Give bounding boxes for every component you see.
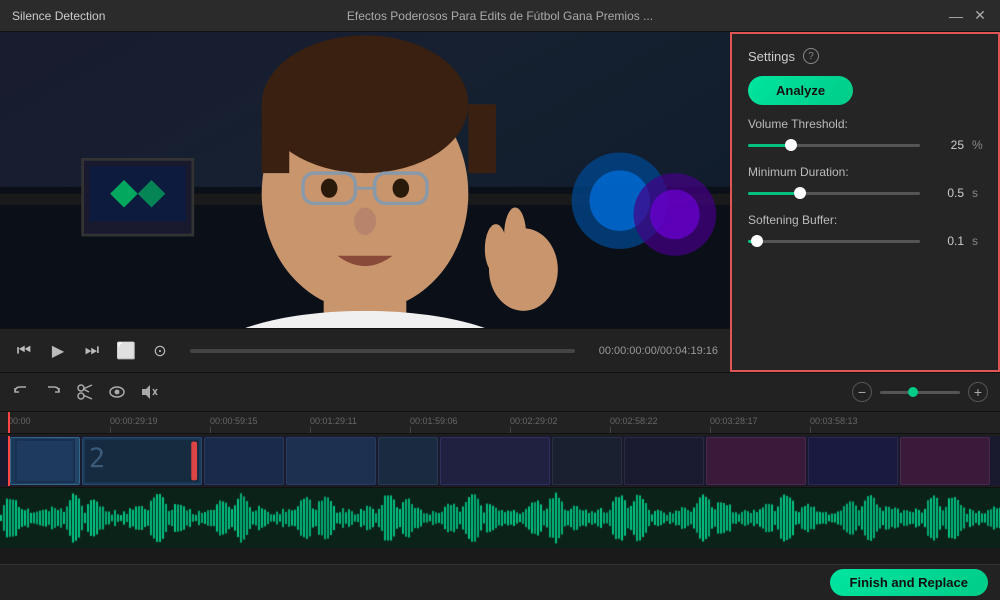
bottom-bar: Finish and Replace: [0, 564, 1000, 600]
buffer-thumb: [751, 235, 763, 247]
progress-bar[interactable]: [190, 349, 575, 353]
zoom-in-button[interactable]: +: [968, 382, 988, 402]
eye-button[interactable]: [108, 383, 126, 401]
svg-text:2: 2: [89, 443, 105, 474]
softening-buffer-label: Softening Buffer:: [748, 213, 982, 227]
play-button[interactable]: ▶: [46, 339, 70, 363]
minimum-duration-label: Minimum Duration:: [748, 165, 982, 179]
undo-button[interactable]: [12, 383, 30, 401]
volume-threshold-slider-container: [748, 137, 920, 153]
playhead: [8, 412, 10, 433]
ruler-mark: 00:03:28:17: [710, 416, 758, 426]
time-display: 00:00:00:00/00:04:19:16: [599, 345, 718, 357]
softening-buffer-slider-container: [748, 233, 920, 249]
toolbar: − +: [0, 372, 1000, 412]
ruler-mark: 00:03:58:13: [810, 416, 858, 426]
ruler-mark: 00:00:29:19: [110, 416, 158, 426]
titlebar: Silence Detection Efectos Poderosos Para…: [0, 0, 1000, 32]
zoom-out-button[interactable]: −: [852, 382, 872, 402]
audio-track: [0, 488, 1000, 548]
settings-title: Settings: [748, 49, 795, 64]
softening-buffer-value: 0.1: [928, 234, 964, 248]
settings-header: Settings ?: [748, 48, 982, 64]
waveform-canvas: [0, 488, 1000, 548]
ruler-mark: 00:02:58:22: [610, 416, 658, 426]
minimum-duration-group: Minimum Duration: 0.5 s: [748, 165, 982, 201]
volume-threshold-label: Volume Threshold:: [748, 117, 982, 131]
ruler-mark: 00:02:29:02: [510, 416, 558, 426]
volume-thumb: [785, 139, 797, 151]
skip-back-button[interactable]: ⏮: [12, 339, 36, 363]
timeline-section: 00:00 00:00:29:19 00:00:59:15 00:01:29:11 00…: [0, 412, 1000, 564]
close-button[interactable]: ✕: [972, 8, 988, 24]
skip-forward-button[interactable]: ⏭: [80, 339, 104, 363]
video-title: Efectos Poderosos Para Edits de Fútbol G…: [347, 9, 653, 23]
video-track: 2: [0, 434, 1000, 488]
duration-unit: s: [972, 186, 982, 200]
duration-thumb: [794, 187, 806, 199]
volume-threshold-group: Volume Threshold: 25 %: [748, 117, 982, 153]
help-icon[interactable]: ?: [803, 48, 819, 64]
volume-threshold-value: 25: [928, 138, 964, 152]
softening-buffer-group: Softening Buffer: 0.1 s: [748, 213, 982, 249]
app-title: Silence Detection: [12, 9, 105, 23]
buffer-unit: s: [972, 234, 982, 248]
ruler-mark: 00:01:59:06: [410, 416, 458, 426]
video-panel: ⏮ ▶ ⏭ ⬜ ⊙ 00:00:00:00/00:04:19:16: [0, 32, 730, 372]
volume-unit: %: [972, 138, 982, 152]
redo-button[interactable]: [44, 383, 62, 401]
ruler-mark: 00:00: [8, 416, 31, 426]
settings-panel: Settings ? Analyze Volume Threshold: 25: [730, 32, 1000, 372]
playback-controls: ⏮ ▶ ⏭ ⬜ ⊙ 00:00:00:00/00:04:19:16: [0, 328, 730, 372]
stop-button[interactable]: ⬜: [114, 339, 138, 363]
video-preview: [0, 32, 730, 328]
minimum-duration-slider-container: [748, 185, 920, 201]
minimum-duration-row: 0.5 s: [748, 185, 982, 201]
minimize-button[interactable]: —: [948, 8, 964, 24]
cut-button[interactable]: [76, 383, 94, 401]
top-section: ⏮ ▶ ⏭ ⬜ ⊙ 00:00:00:00/00:04:19:16 Settin…: [0, 32, 1000, 372]
ruler-mark: 00:00:59:15: [210, 416, 258, 426]
window-controls: — ✕: [948, 8, 988, 24]
main-content: ⏮ ▶ ⏭ ⬜ ⊙ 00:00:00:00/00:04:19:16 Settin…: [0, 32, 1000, 600]
volume-threshold-row: 25 %: [748, 137, 982, 153]
zoom-slider[interactable]: [880, 391, 960, 394]
softening-buffer-row: 0.1 s: [748, 233, 982, 249]
ruler-mark: 00:01:29:11: [310, 416, 357, 426]
mute-button[interactable]: [140, 383, 158, 401]
timeline-tracks: 2: [0, 434, 1000, 564]
zoom-controls: − +: [852, 382, 988, 402]
timeline-ruler: 00:00 00:00:29:19 00:00:59:15 00:01:29:11 00…: [0, 412, 1000, 434]
loop-button[interactable]: ⊙: [148, 339, 172, 363]
minimum-duration-value: 0.5: [928, 186, 964, 200]
analyze-button[interactable]: Analyze: [748, 76, 853, 105]
finish-replace-button[interactable]: Finish and Replace: [830, 569, 988, 596]
